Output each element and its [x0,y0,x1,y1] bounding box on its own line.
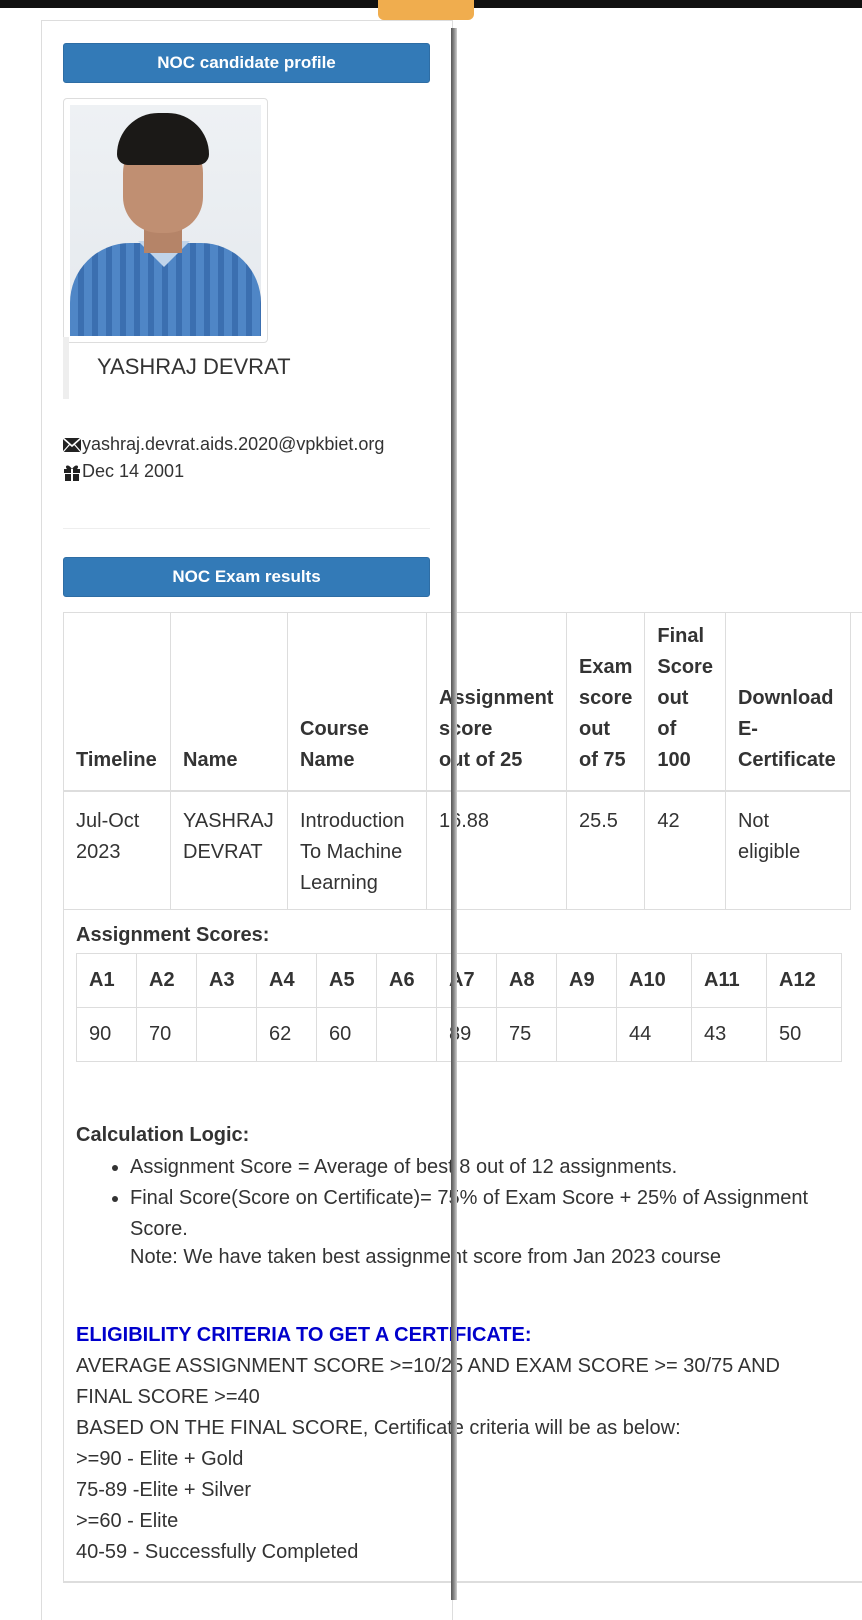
assignment-scores-label: Assignment Scores: [76,924,270,946]
list-item: Final Score(Score on Certificate)= 75% o… [130,1183,830,1245]
results-panel-title: NOC Exam results [172,567,321,586]
assignment-score [376,1007,437,1062]
assignment-header-row: A1 A2 A3 A4 A5 A6 A7 A8 A9 A10 A11 A12 [76,953,842,1008]
results-panel-header: NOC Exam results [63,557,430,597]
assignment-header: A6 [376,953,437,1008]
email-line: yashraj.devrat.aids.2020@vpkbiet.org [63,434,384,455]
eligibility-line: BASED ON THE FINAL SCORE, Certificate cr… [76,1417,681,1439]
name-accent-bar [63,337,69,399]
assignment-score: 62 [256,1007,317,1062]
assignment-header: A11 [691,953,767,1008]
calculation-note: Note: We have taken best assignment scor… [130,1246,722,1268]
assignment-score [196,1007,257,1062]
list-item: Assignment Score = Average of best 8 out… [130,1152,830,1183]
col-course-name: Course Name [287,612,427,792]
cell-course-name: Introduction To Machine Learning [287,790,427,910]
cell-exam-score: 25.5 [565,790,646,910]
divider [63,528,430,529]
top-tab-button[interactable] [378,0,474,20]
assignment-score: 70 [136,1007,197,1062]
cell-name: YASHRAJ DEVRAT [170,790,288,910]
vertical-divider [451,28,457,1600]
candidate-name: YASHRAJ DEVRAT [97,354,291,379]
col-download-certificate: Download E- Certificate [724,612,851,792]
assignment-score: 90 [76,1007,137,1062]
assignment-score: 44 [616,1007,692,1062]
assignment-header: A5 [316,953,377,1008]
eligibility-line: FINAL SCORE >=40 [76,1386,260,1408]
assignment-header: A1 [76,953,137,1008]
candidate-dob: Dec 14 2001 [82,461,185,481]
col-name: Name [170,612,288,792]
assignment-score-row: 90 70 62 60 89 75 44 43 50 [76,1007,842,1062]
candidate-photo [63,98,268,343]
eligibility-line: AVERAGE ASSIGNMENT SCORE >=10/25 AND EXA… [76,1355,780,1377]
cell-final-score: 42 [644,790,726,910]
profile-panel-title: NOC candidate profile [157,53,336,72]
eligibility-line: 75-89 -Elite + Silver [76,1479,252,1501]
eligibility-line: 40-59 - Successfully Completed [76,1541,359,1563]
candidate-photo-image [70,105,261,336]
col-exam-score: Exam score out of 75 [565,612,646,792]
col-assignment-score: Assignment score out of 25 [426,612,567,792]
dob-line: Dec 14 2001 [63,461,184,482]
assignment-header: A2 [136,953,197,1008]
assignment-score: 43 [691,1007,767,1062]
col-timeline: Timeline [63,612,171,792]
calculation-logic-title: Calculation Logic: [76,1124,250,1146]
assignment-score: 50 [766,1007,842,1062]
assignment-header: A8 [496,953,557,1008]
assignment-score: 75 [496,1007,557,1062]
assignment-scores-table: A1 A2 A3 A4 A5 A6 A7 A8 A9 A10 A11 A12 9… [76,953,842,1062]
eligibility-line: >=90 - Elite + Gold [76,1448,244,1470]
gift-icon [64,465,80,481]
envelope-icon [63,437,81,452]
assignment-header: A9 [556,953,617,1008]
cell-assignment-score: 16.88 [426,790,567,910]
cell-download-certificate: Not eligible [724,790,851,910]
assignment-header: A3 [196,953,257,1008]
col-final-score: Final Score out of 100 [644,612,726,792]
eligibility-line: >=60 - Elite [76,1510,179,1532]
candidate-email: yashraj.devrat.aids.2020@vpkbiet.org [82,434,385,454]
profile-panel-header: NOC candidate profile [63,43,430,83]
assignment-score: 60 [316,1007,377,1062]
eligibility-title: ELIGIBILITY CRITERIA TO GET A CERTIFICAT… [76,1324,532,1346]
assignment-score: 89 [436,1007,497,1062]
cell-timeline: Jul-Oct 2023 [63,790,171,910]
assignment-score [556,1007,617,1062]
assignment-header: A7 [436,953,497,1008]
assignment-header: A4 [256,953,317,1008]
assignment-header: A10 [616,953,692,1008]
assignment-header: A12 [766,953,842,1008]
panel-bottom-border [63,1582,862,1583]
